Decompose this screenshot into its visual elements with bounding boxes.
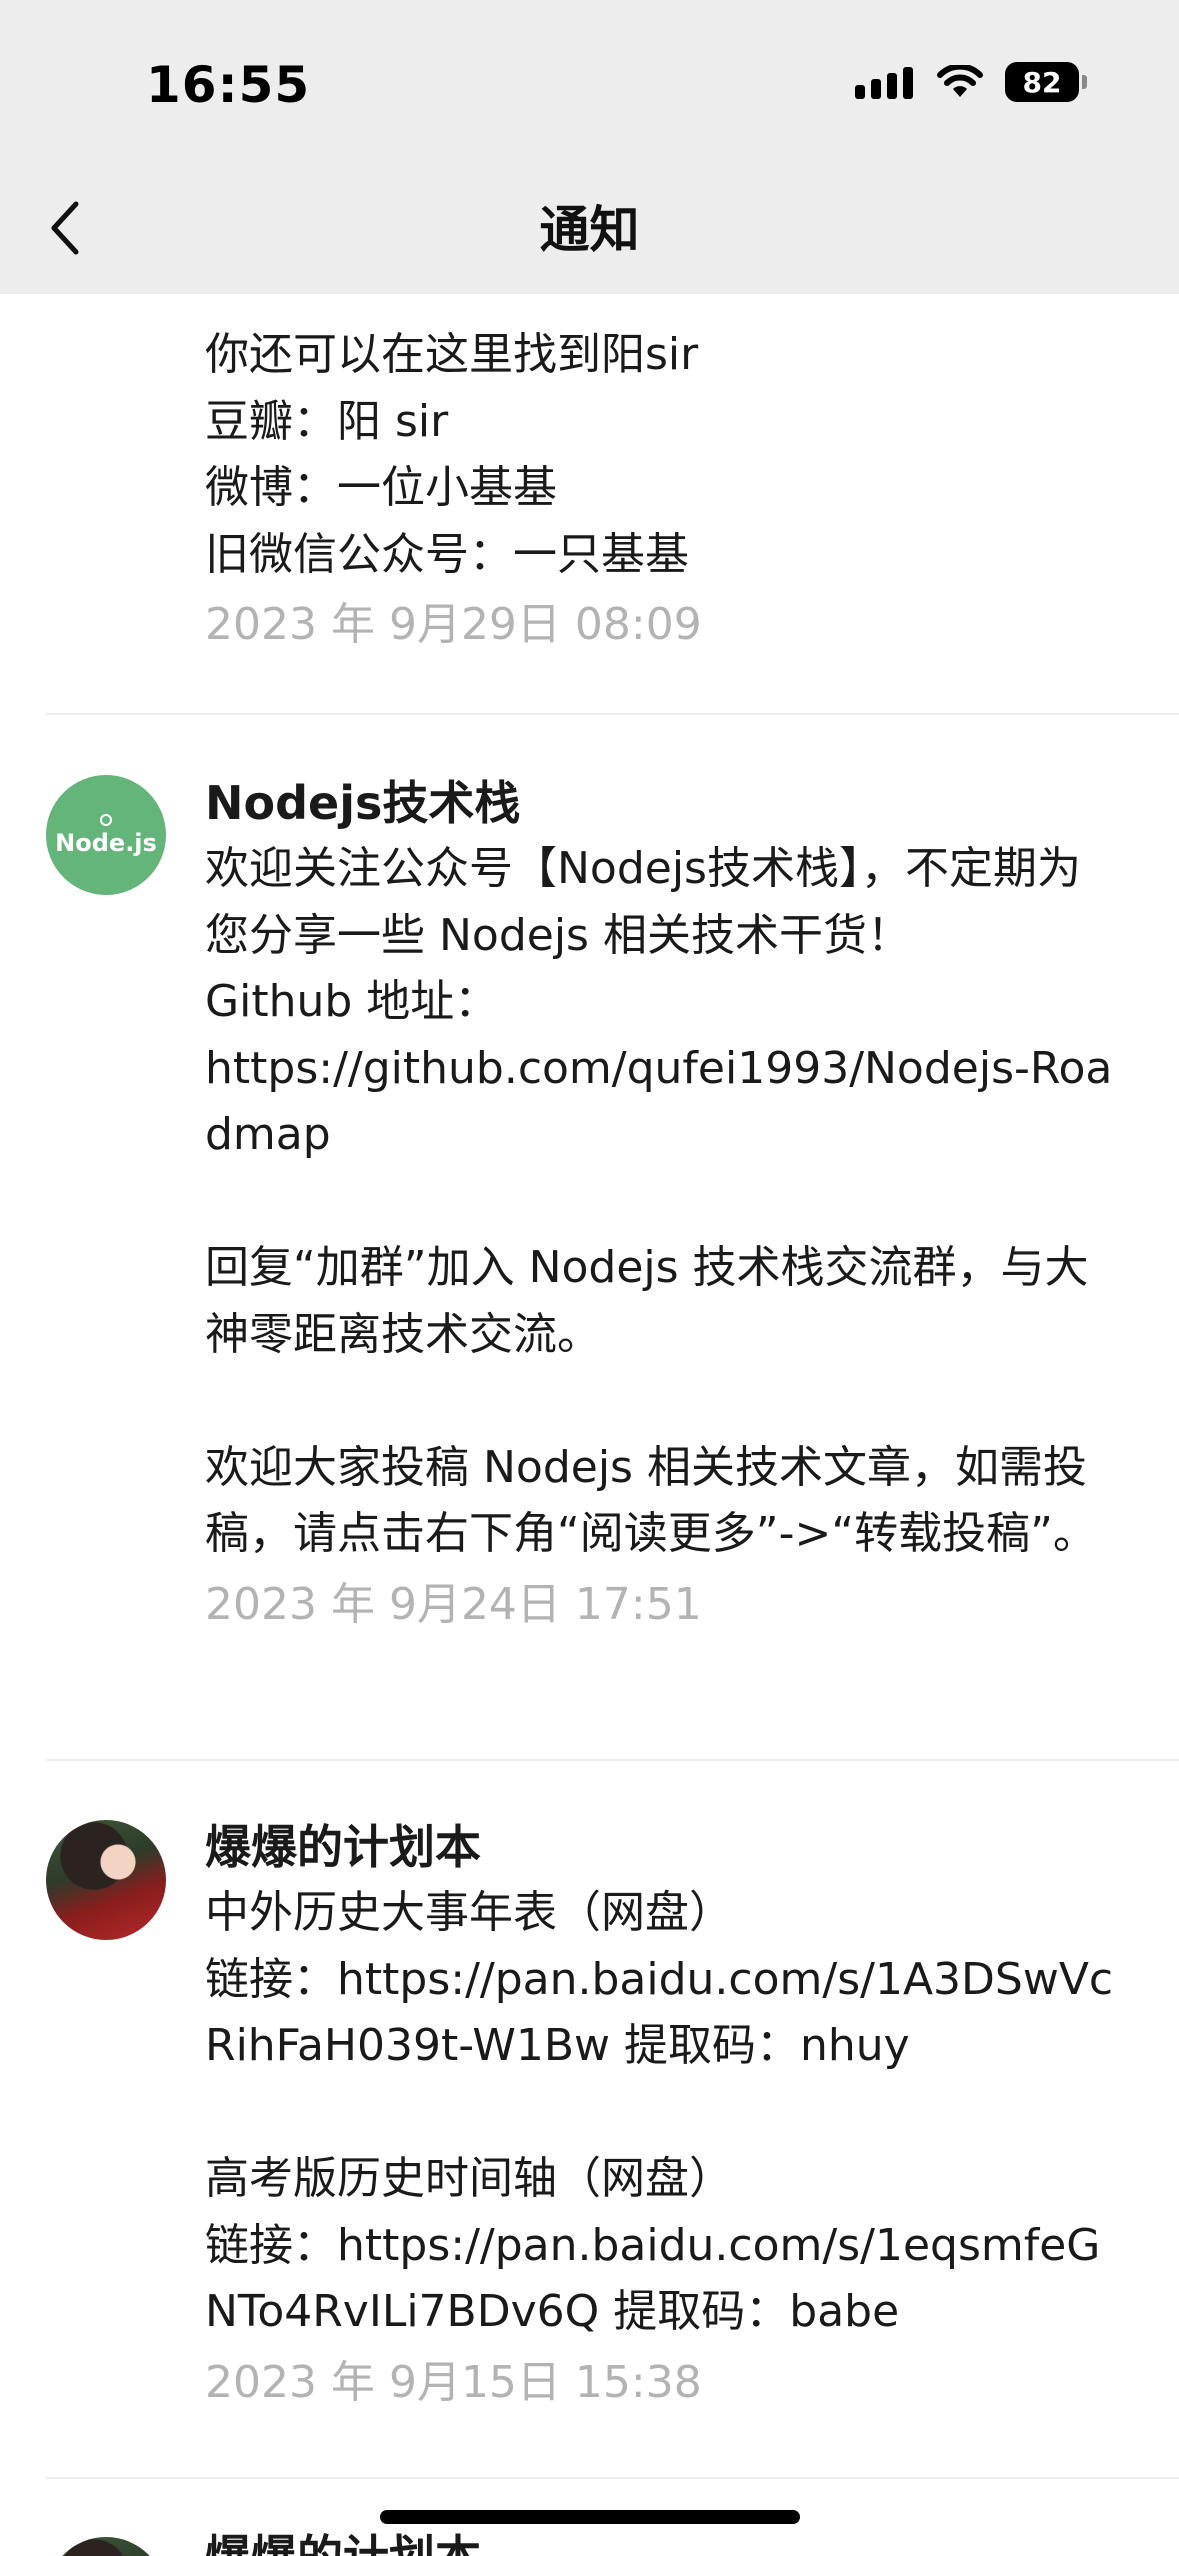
- message-date: 2023 年 9月29日 08:09: [205, 599, 702, 650]
- cellular-signal-icon: [855, 65, 913, 99]
- avatar[interactable]: [46, 1820, 166, 1940]
- avatar[interactable]: [46, 2537, 166, 2556]
- wifi-icon: [937, 65, 983, 97]
- page-title: 通知: [539, 201, 640, 259]
- status-bar: 16:55 82: [0, 0, 1179, 160]
- sender-name[interactable]: Nodejs技术栈: [205, 770, 1119, 836]
- status-icons: 82: [855, 62, 1087, 102]
- divider: [46, 1759, 1179, 1761]
- node-logo-icon: [100, 814, 112, 826]
- notification-list: 你还可以在这里找到阳sir 豆瓣：阳 sir 微博：一位小基基 旧微信公众号：一…: [0, 294, 1179, 2556]
- avatar-logo-text: Node.js: [55, 829, 157, 857]
- divider: [46, 713, 1179, 715]
- sender-name[interactable]: 爆爆的计划本: [205, 1814, 1119, 1880]
- message-date: 2023 年 9月15日 15:38: [205, 2356, 702, 2408]
- message-text: 中外历史大事年表（网盘） 链接：https://pan.baidu.com/s/…: [205, 1887, 1114, 2337]
- status-time: 16:55: [146, 56, 311, 114]
- sender-name[interactable]: 爆爆的计划本: [205, 2524, 1119, 2556]
- home-indicator[interactable]: [380, 2510, 800, 2524]
- divider: [46, 2477, 1179, 2479]
- message-date: 2023 年 9月24日 17:51: [205, 1578, 702, 1630]
- battery-level: 82: [1022, 65, 1062, 99]
- battery-icon: 82: [1005, 62, 1087, 102]
- navigation-bar: 通知: [0, 160, 1179, 294]
- avatar[interactable]: Node.js: [46, 775, 166, 895]
- message-text: 你还可以在这里找到阳sir 豆瓣：阳 sir 微博：一位小基基 旧微信公众号：一…: [205, 329, 699, 580]
- message-text: 欢迎关注公众号【Nodejs技术栈】，不定期为您分享一些 Nodejs 相关技术…: [205, 843, 1113, 1559]
